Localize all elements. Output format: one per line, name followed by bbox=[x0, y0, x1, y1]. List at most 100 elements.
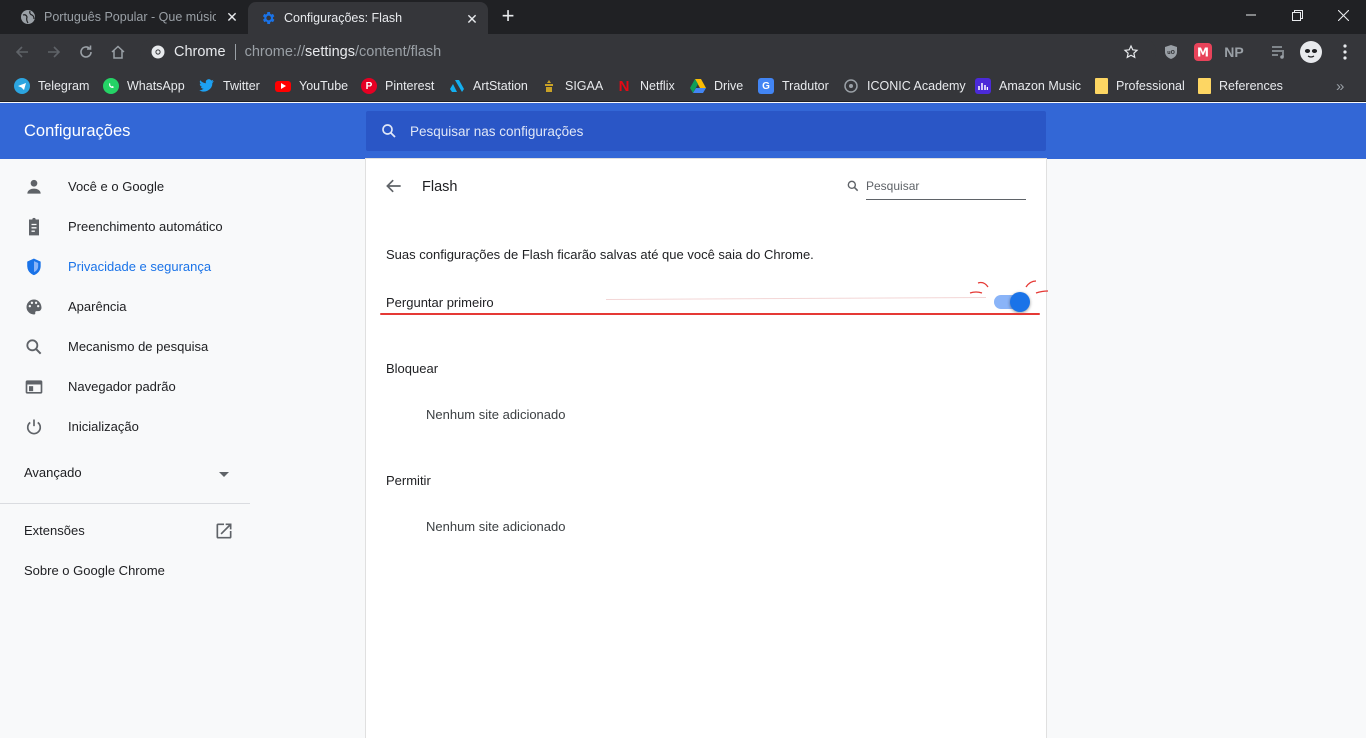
search-icon bbox=[847, 180, 859, 192]
iconic-academy-icon bbox=[843, 78, 859, 94]
block-empty-text: Nenhum site adicionado bbox=[426, 407, 566, 422]
sigaa-icon bbox=[541, 78, 557, 94]
site-search-input[interactable]: Pesquisar bbox=[846, 177, 1026, 201]
home-icon[interactable] bbox=[106, 40, 130, 64]
pinterest-icon: P bbox=[361, 78, 377, 94]
about-chrome-link[interactable]: Sobre o Google Chrome bbox=[24, 563, 165, 578]
sidebar-divider bbox=[0, 503, 250, 504]
allow-empty-text: Nenhum site adicionado bbox=[426, 519, 566, 534]
telegram-icon bbox=[14, 78, 30, 94]
toolbar: Chrome chrome://settings/content/flash u… bbox=[0, 34, 1366, 70]
bookmark-youtube[interactable]: YouTube bbox=[275, 75, 348, 97]
site-search-placeholder: Pesquisar bbox=[866, 179, 920, 193]
tab-title: Configurações: Flash bbox=[284, 11, 403, 25]
tab-title: Português Popular - Que música bbox=[44, 10, 216, 24]
annotation-underline bbox=[380, 313, 1040, 315]
settings-search-placeholder: Pesquisar nas configurações bbox=[410, 123, 584, 139]
bookmark-iconic-academy[interactable]: ICONIC Academy bbox=[843, 75, 966, 97]
bookmarks-bar: Telegram WhatsApp Twitter YouTube P Pinte… bbox=[0, 70, 1366, 102]
settings-header: Configurações Pesquisar nas configuraçõe… bbox=[0, 103, 1366, 159]
sidebar-item-aparencia[interactable]: Aparência bbox=[0, 286, 260, 326]
sidebar-item-voce-e-o-google[interactable]: Você e o Google bbox=[0, 166, 260, 206]
advanced-toggle[interactable]: Avançado bbox=[24, 465, 82, 480]
allow-section-title: Permitir bbox=[386, 473, 431, 488]
close-window-button[interactable] bbox=[1320, 0, 1366, 30]
annotation-faint-line bbox=[606, 297, 986, 300]
sidebar-item-mecanismo[interactable]: Mecanismo de pesquisa bbox=[0, 326, 260, 366]
artstation-icon bbox=[449, 78, 465, 94]
extensions-link[interactable]: Extensões bbox=[24, 523, 85, 538]
sidebar-item-privacidade[interactable]: Privacidade e segurança bbox=[0, 246, 260, 286]
search-icon bbox=[382, 124, 396, 138]
open-in-new-icon[interactable] bbox=[214, 521, 234, 541]
sidebar-item-navegador[interactable]: Navegador padrão bbox=[0, 366, 260, 406]
tab-portugues-popular[interactable]: Português Popular - Que música ✕ bbox=[0, 0, 248, 34]
forward-icon[interactable] bbox=[42, 40, 66, 64]
folder-icon bbox=[1198, 78, 1211, 94]
bookmark-amazon-music[interactable]: Amazon Music bbox=[975, 75, 1081, 97]
bookmark-telegram[interactable]: Telegram bbox=[14, 75, 89, 97]
sidebar: Você e o Google Preenchimento automático… bbox=[0, 159, 260, 738]
bookmark-netflix[interactable]: N Netflix bbox=[616, 75, 675, 97]
page-title: Flash bbox=[422, 179, 458, 195]
browser-icon bbox=[25, 380, 43, 394]
flash-info-text: Suas configurações de Flash ficarão salv… bbox=[386, 247, 814, 262]
menu-dots-icon[interactable] bbox=[1333, 40, 1357, 64]
youtube-icon bbox=[275, 80, 291, 92]
power-icon bbox=[26, 419, 42, 435]
tab-strip: Português Popular - Que música ✕ Configu… bbox=[0, 0, 1366, 34]
bookmark-sigaa[interactable]: SIGAA bbox=[541, 75, 603, 97]
shield-icon bbox=[27, 258, 41, 276]
bookmark-pinterest[interactable]: P Pinterest bbox=[361, 75, 434, 97]
globe-icon bbox=[20, 9, 36, 25]
caret-down-icon[interactable] bbox=[219, 472, 229, 477]
close-tab-icon[interactable]: ✕ bbox=[224, 9, 240, 25]
bookmark-folder-professional[interactable]: Professional bbox=[1095, 75, 1185, 97]
ask-first-label: Perguntar primeiro bbox=[386, 295, 494, 310]
bookmark-whatsapp[interactable]: WhatsApp bbox=[103, 75, 185, 97]
flash-settings-card: Flash Pesquisar Suas configurações de Fl… bbox=[366, 159, 1049, 738]
minimize-button[interactable] bbox=[1228, 0, 1274, 30]
np-icon[interactable]: NP bbox=[1222, 40, 1246, 64]
bookmarks-overflow-icon[interactable]: » bbox=[1336, 75, 1344, 97]
whatsapp-icon bbox=[103, 78, 119, 94]
back-arrow-icon[interactable] bbox=[384, 176, 404, 196]
settings-title: Configurações bbox=[24, 122, 131, 140]
site-chip-label: Chrome bbox=[174, 44, 226, 60]
translate-icon: G bbox=[758, 78, 774, 94]
settings-search-input[interactable]: Pesquisar nas configurações bbox=[366, 111, 1046, 151]
sidebar-item-preenchimento[interactable]: Preenchimento automático bbox=[0, 206, 260, 246]
close-tab-icon[interactable]: ✕ bbox=[464, 11, 480, 27]
bookmark-folder-references[interactable]: References bbox=[1198, 75, 1283, 97]
restore-button[interactable] bbox=[1274, 0, 1320, 30]
back-icon[interactable] bbox=[10, 40, 34, 64]
bookmark-artstation[interactable]: ArtStation bbox=[449, 75, 528, 97]
folder-icon bbox=[1095, 78, 1108, 94]
search-underline bbox=[866, 199, 1026, 200]
address-bar[interactable]: Chrome chrome://settings/content/flash bbox=[140, 38, 1156, 66]
reload-icon[interactable] bbox=[74, 40, 98, 64]
svg-text:uO: uO bbox=[1167, 50, 1175, 56]
bookmark-drive[interactable]: Drive bbox=[690, 75, 743, 97]
queue-icon[interactable] bbox=[1267, 40, 1291, 64]
new-tab-button[interactable]: + bbox=[498, 5, 518, 27]
profile-avatar[interactable] bbox=[1299, 40, 1323, 64]
chrome-logo-icon bbox=[150, 44, 166, 60]
omnibox-separator bbox=[234, 44, 236, 60]
tab-configuracoes-flash[interactable]: Configurações: Flash ✕ bbox=[248, 2, 488, 34]
url-text: chrome://settings/content/flash bbox=[244, 44, 442, 60]
ublock-icon[interactable]: uO bbox=[1159, 40, 1183, 64]
search-icon bbox=[26, 339, 42, 355]
amazon-music-icon bbox=[975, 78, 991, 94]
m-icon[interactable]: M bbox=[1191, 40, 1215, 64]
bookmark-tradutor[interactable]: G Tradutor bbox=[758, 75, 829, 97]
bookmark-star-icon[interactable] bbox=[1119, 40, 1143, 64]
palette-icon bbox=[26, 299, 42, 315]
block-section-title: Bloquear bbox=[386, 361, 439, 376]
netflix-icon: N bbox=[618, 77, 630, 95]
svg-text:M: M bbox=[1197, 46, 1209, 60]
bookmark-twitter[interactable]: Twitter bbox=[199, 75, 260, 97]
person-icon bbox=[27, 179, 41, 194]
drive-icon bbox=[690, 78, 706, 94]
sidebar-item-inicializacao[interactable]: Inicialização bbox=[0, 406, 260, 446]
